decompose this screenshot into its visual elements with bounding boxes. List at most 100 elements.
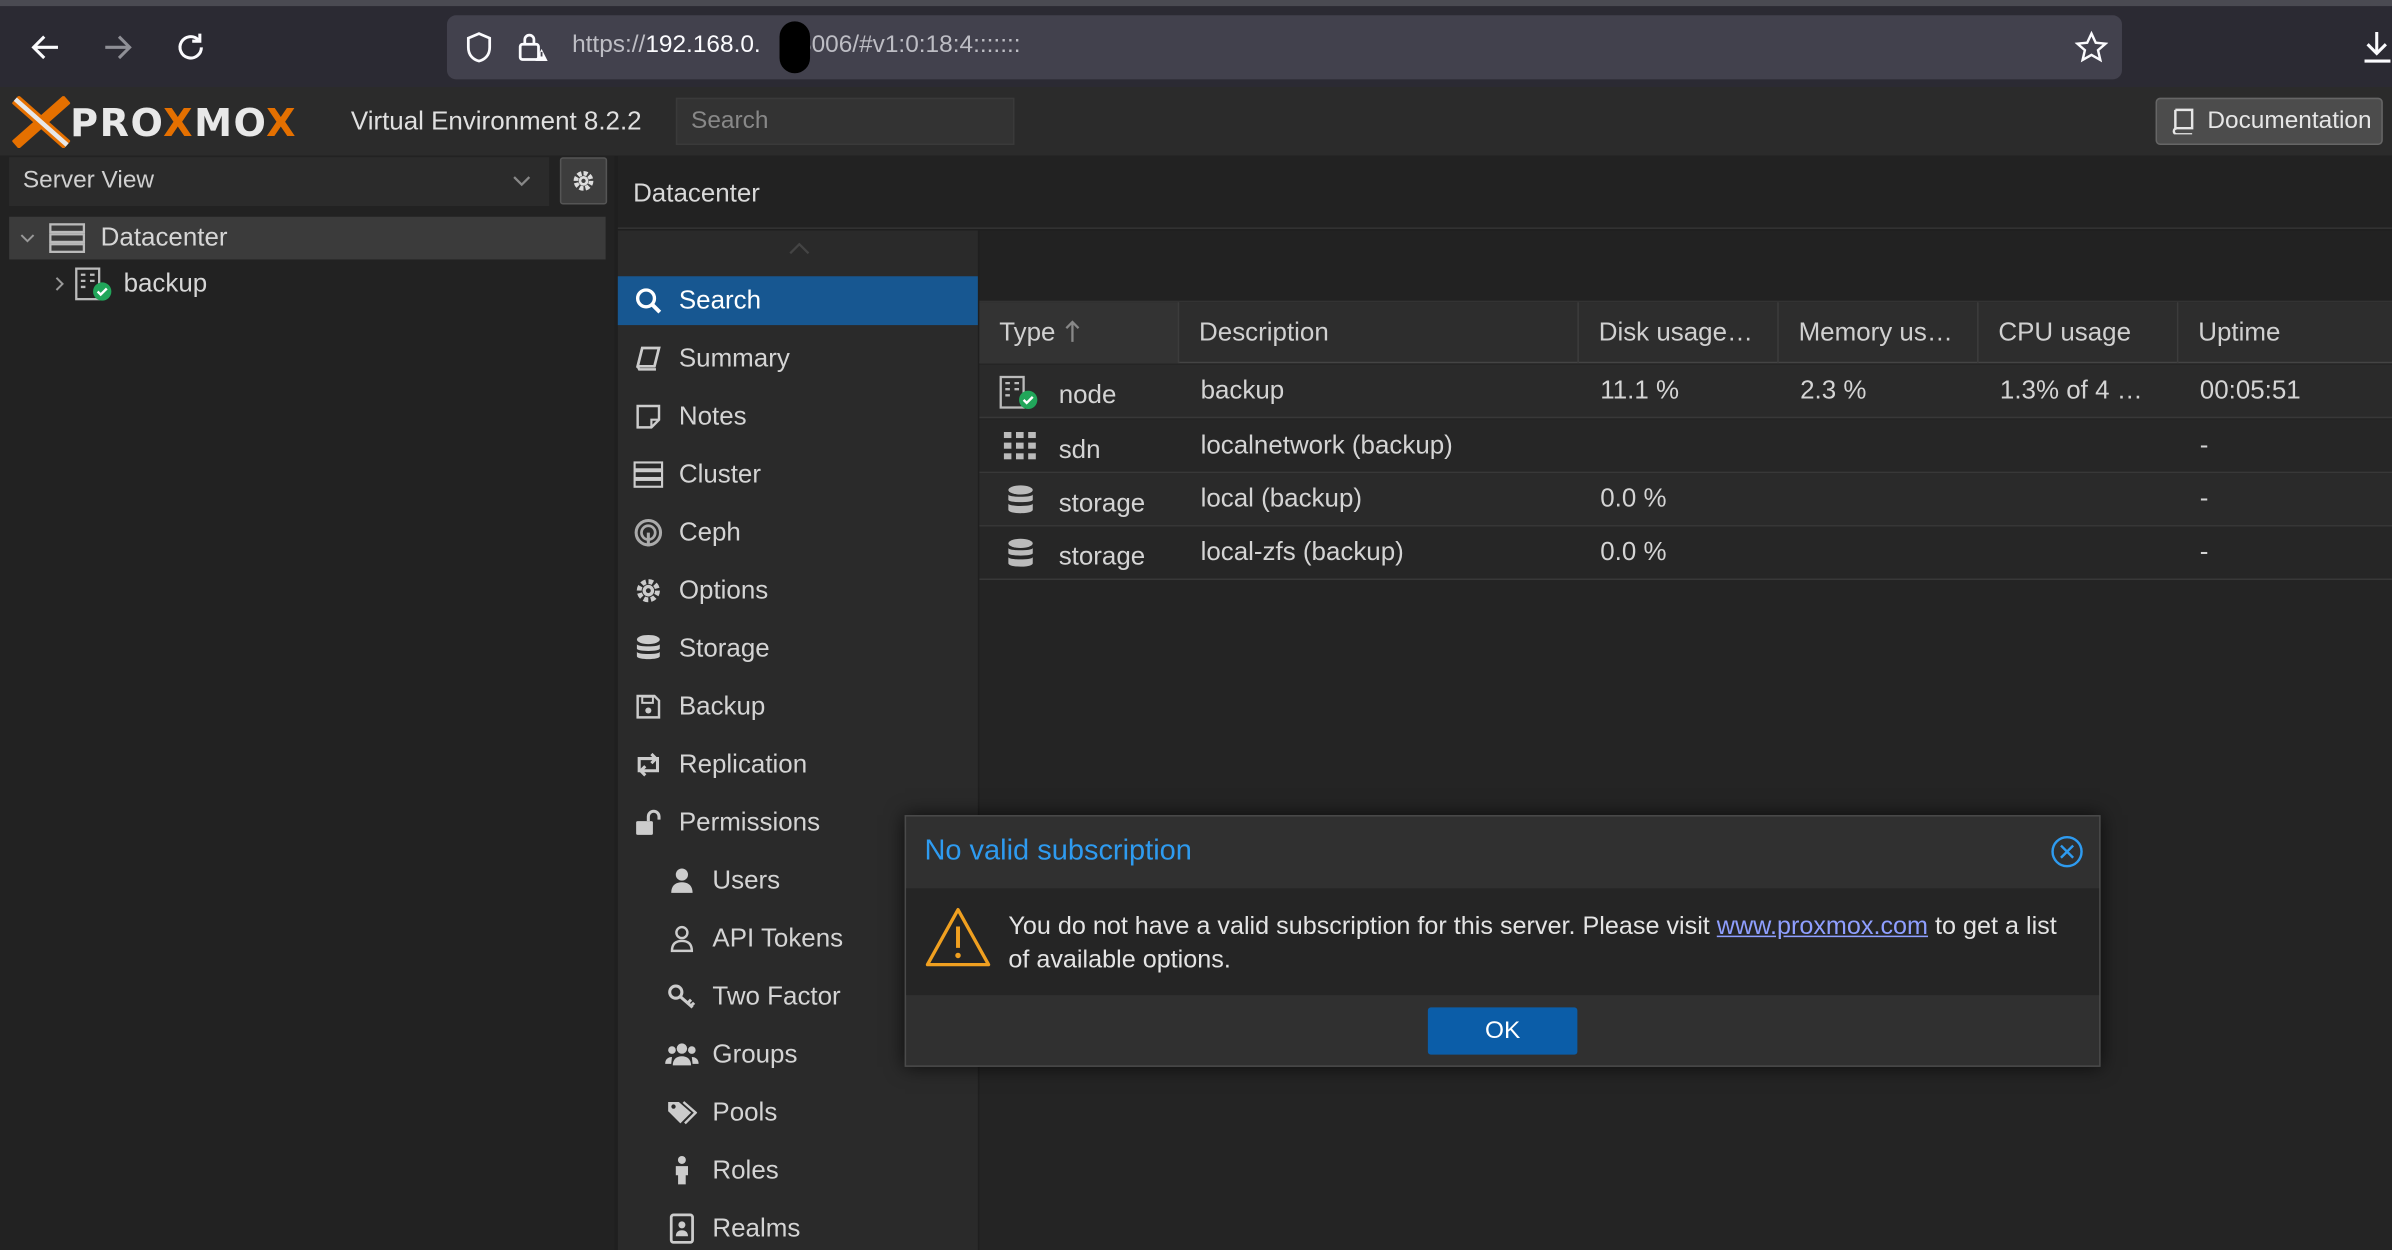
documentation-label: Documentation: [2207, 107, 2372, 134]
address-book-icon: [669, 1213, 694, 1244]
menu-item-roles[interactable]: Roles: [618, 1146, 978, 1195]
menu-item-replication[interactable]: Replication: [618, 740, 978, 789]
column-header-uptime[interactable]: Uptime: [2178, 302, 2392, 363]
insecure-lock-icon[interactable]: [516, 29, 553, 66]
column-header-label: Memory us…: [1798, 317, 1953, 347]
proxmox-logo: PROXMOX: [12, 95, 297, 150]
scroll-up-icon[interactable]: [789, 242, 810, 255]
cell-type: storage: [1058, 541, 1146, 571]
table-row[interactable]: storage local-zfs (backup) 0.0 % -: [979, 526, 2392, 580]
menu-item-label: Two Factor: [712, 981, 841, 1011]
cell-disk-usage: 11.1 %: [1600, 375, 1680, 405]
floppy-disk-icon: [636, 694, 661, 719]
bookmark-star-icon[interactable]: [2074, 30, 2109, 65]
close-icon: [2051, 835, 2083, 868]
menu-item-label: Users: [712, 865, 781, 895]
grid-header: Type Description Disk usage… Memory us… …: [979, 302, 2392, 364]
menu-item-storage[interactable]: Storage: [618, 624, 978, 673]
chevron-right-icon[interactable]: [52, 275, 67, 293]
chevron-down-icon[interactable]: [513, 176, 531, 188]
column-header-label: Uptime: [2198, 317, 2281, 347]
user-outline-icon: [670, 925, 694, 953]
storage-database-icon: [1008, 485, 1033, 514]
column-header-memory-usage[interactable]: Memory us…: [1779, 302, 1979, 364]
logo-wordmark: PROXMOX: [70, 99, 298, 145]
user-icon: [671, 868, 693, 893]
cell-uptime: 00:05:51: [2199, 375, 2301, 405]
menu-item-label: API Tokens: [712, 923, 844, 953]
page-title: Datacenter: [633, 178, 760, 208]
content-header: Datacenter: [617, 155, 2392, 229]
table-row[interactable]: sdn localnetwork (backup) -: [979, 419, 2392, 474]
menu-item-ceph[interactable]: Ceph: [618, 508, 978, 557]
book-icon: [635, 346, 661, 371]
cell-description: backup: [1200, 375, 1285, 405]
browser-toolbar: https://192.168.0.:8006/#v1:0:18:4::::::…: [0, 0, 2392, 87]
grid-toolbar: [979, 230, 2392, 303]
menu-item-summary[interactable]: Summary: [618, 334, 978, 383]
cell-type: storage: [1058, 488, 1146, 518]
address-bar[interactable]: https://192.168.0.:8006/#v1:0:18:4::::::…: [446, 15, 2122, 80]
menu-item-realms[interactable]: Realms: [618, 1204, 978, 1250]
sort-ascending-icon: [1065, 320, 1080, 342]
forward-icon[interactable]: [99, 29, 136, 66]
book-icon: [2172, 108, 2194, 135]
retweet-icon: [637, 752, 660, 777]
column-header-description[interactable]: Description: [1179, 302, 1579, 364]
tree-settings-button[interactable]: [559, 157, 608, 205]
view-selector-value: Server View: [22, 167, 155, 194]
ok-button[interactable]: OK: [1427, 1007, 1578, 1055]
proxmox-website-link[interactable]: www.proxmox.com: [1717, 913, 1928, 940]
column-header-label: Description: [1199, 317, 1329, 347]
cell-description: localnetwork (backup): [1200, 430, 1453, 460]
table-row[interactable]: storage local (backup) 0.0 % -: [979, 473, 2392, 527]
menu-item-label: Backup: [678, 691, 766, 721]
column-header-label: CPU usage: [1998, 317, 2132, 347]
gear-icon: [636, 579, 660, 603]
column-header-label: Disk usage…: [1598, 317, 1753, 347]
tags-icon: [668, 1101, 698, 1125]
dialog-message: You do not have a valid subscription for…: [1008, 910, 2076, 977]
male-icon: [675, 1156, 689, 1185]
menu-item-label: Cluster: [678, 459, 762, 489]
menu-item-label: Summary: [678, 343, 790, 373]
cell-description: local-zfs (backup): [1200, 537, 1404, 567]
menu-item-pools[interactable]: Pools: [618, 1088, 978, 1137]
reload-icon[interactable]: [172, 29, 209, 66]
shield-icon[interactable]: [464, 31, 495, 65]
menu-item-label: Pools: [712, 1097, 778, 1127]
menu-item-label: Options: [678, 575, 769, 605]
chevron-down-icon[interactable]: [18, 229, 36, 247]
header-search-input[interactable]: Search: [675, 97, 1015, 145]
column-header-cpu-usage[interactable]: CPU usage: [1979, 302, 2179, 364]
dialog-title: No valid subscription: [924, 834, 1192, 867]
sdn-grid-icon: [1003, 431, 1036, 460]
table-row[interactable]: node backup 11.1 % 2.3 % 1.3% of 4 … 00:…: [979, 364, 2392, 419]
back-icon[interactable]: [27, 29, 64, 66]
ceph-icon: [634, 518, 663, 547]
server-stack-icon: [633, 461, 664, 488]
dialog-close-button[interactable]: [2050, 835, 2084, 869]
sticky-note-icon: [636, 404, 661, 429]
menu-item-cluster[interactable]: Cluster: [618, 450, 978, 499]
menu-item-backup[interactable]: Backup: [618, 682, 978, 731]
cell-disk-usage: 0.0 %: [1600, 483, 1667, 513]
node-online-icon: [75, 267, 112, 301]
menu-item-label: Groups: [712, 1039, 798, 1069]
tree-item-datacenter[interactable]: Datacenter: [9, 216, 606, 260]
menu-item-search[interactable]: Search: [617, 276, 978, 326]
view-selector[interactable]: Server View: [9, 157, 550, 207]
download-icon[interactable]: [2360, 29, 2392, 66]
column-header-label: Type: [999, 317, 1056, 347]
product-version: Virtual Environment 8.2.2: [350, 106, 642, 136]
menu-item-notes[interactable]: Notes: [618, 392, 978, 441]
column-header-type[interactable]: Type: [979, 302, 1180, 364]
menu-item-options[interactable]: Options: [618, 566, 978, 615]
menu-item-label: Search: [678, 285, 762, 315]
database-icon: [636, 634, 660, 660]
tree-item-backup-node[interactable]: backup: [9, 263, 605, 306]
column-header-disk-usage[interactable]: Disk usage…: [1579, 302, 1779, 364]
documentation-button[interactable]: Documentation: [2155, 97, 2383, 145]
datacenter-menu: Search Summary Notes Cluster Ceph Option…: [617, 230, 978, 1250]
redaction-mark: [779, 21, 811, 74]
